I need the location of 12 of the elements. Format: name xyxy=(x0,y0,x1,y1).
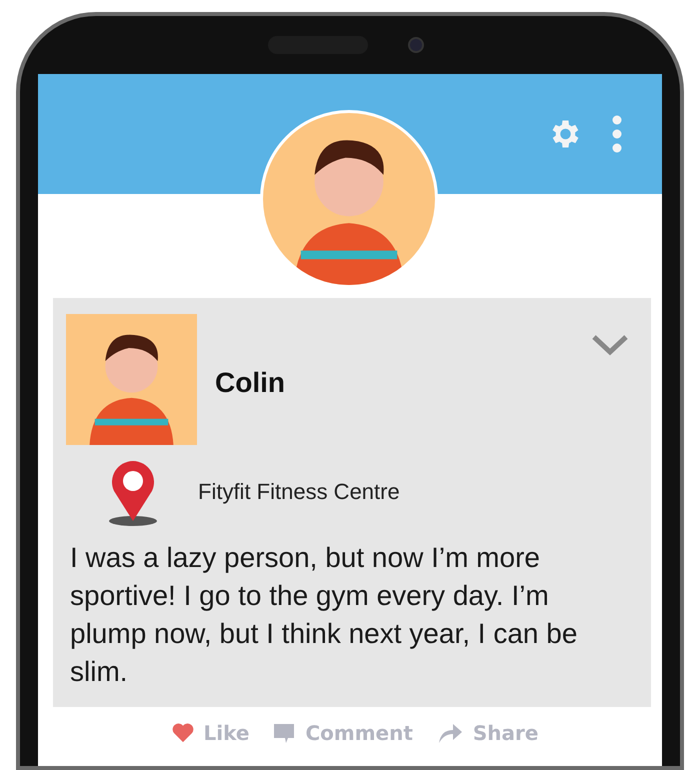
post-text: I was a lazy person, but now I’m more sportive! I go to the gym every day. I’m plump now, but I think next year, I can be slim. xyxy=(70,541,578,689)
share-button[interactable]: Share xyxy=(436,721,538,745)
heart-icon xyxy=(172,723,194,743)
location-text: Fityfit Fitness Centre xyxy=(198,479,400,505)
comment-button[interactable]: Comment xyxy=(273,721,413,745)
more-menu-icon[interactable] xyxy=(612,115,622,153)
like-button[interactable]: Like xyxy=(172,721,250,745)
author-name: Colin xyxy=(215,366,285,398)
speech-bubble-icon xyxy=(273,722,296,744)
camera-lens-icon xyxy=(408,37,424,53)
chevron-down-icon[interactable] xyxy=(591,334,629,356)
share-arrow-icon xyxy=(436,722,463,744)
